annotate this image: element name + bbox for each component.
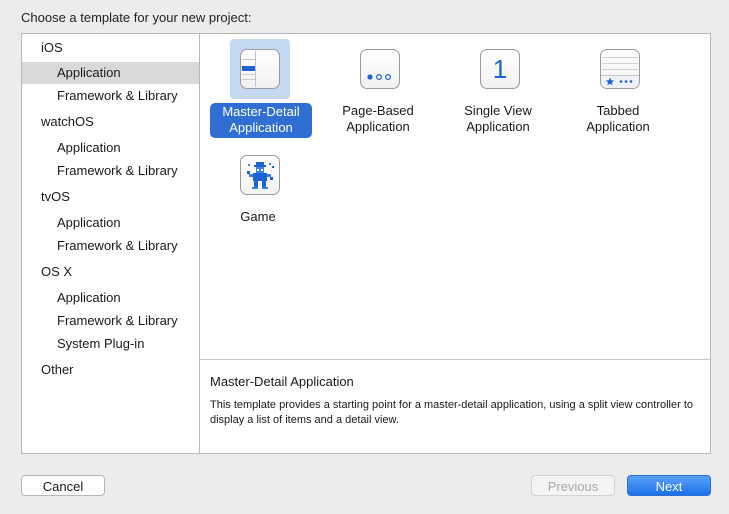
sidebar-category-watchos[interactable]: watchOS <box>22 111 199 133</box>
description-text: This template provides a starting point … <box>210 399 694 426</box>
previous-button[interactable]: Previous <box>531 475 615 496</box>
sidebar-category-other[interactable]: Other <box>22 359 199 381</box>
template-grid: Master-Detail Application Page-Based App… <box>200 34 710 359</box>
sidebar-category-ios[interactable]: iOS <box>22 37 199 59</box>
sidebar-category-osx[interactable]: OS X <box>22 261 199 283</box>
platform-sidebar: iOS Application Framework & Library watc… <box>22 34 200 453</box>
template-master-detail[interactable]: Master-Detail Application <box>202 34 314 138</box>
sidebar-item-ios-application[interactable]: Application <box>22 62 199 84</box>
description-title: Master-Detail Application <box>210 374 354 389</box>
tabbed-icon <box>600 49 640 89</box>
next-button[interactable]: Next <box>627 475 711 496</box>
template-label: Game <box>240 209 276 224</box>
cancel-button[interactable]: Cancel <box>21 475 105 496</box>
sidebar-category-tvos[interactable]: tvOS <box>22 186 199 208</box>
template-chooser-panel: iOS Application Framework & Library watc… <box>21 33 711 454</box>
game-icon <box>240 155 280 195</box>
template-single-view[interactable]: 1 Single View Application <box>442 34 554 138</box>
template-page-based[interactable]: Page-Based Application <box>322 34 434 138</box>
page-based-icon <box>360 49 400 89</box>
template-game[interactable]: Game <box>202 140 314 244</box>
template-tabbed[interactable]: Tabbed Application <box>562 34 674 138</box>
sidebar-item-watchos-application[interactable]: Application <box>22 137 199 159</box>
sidebar-item-osx-framework-library[interactable]: Framework & Library <box>22 310 199 332</box>
sidebar-item-tvos-application[interactable]: Application <box>22 212 199 234</box>
sidebar-item-tvos-framework-library[interactable]: Framework & Library <box>22 235 199 257</box>
single-view-icon: 1 <box>480 49 520 89</box>
sidebar-item-ios-framework-library[interactable]: Framework & Library <box>22 85 199 107</box>
template-label: Page-Based Application <box>342 103 414 134</box>
sidebar-item-osx-application[interactable]: Application <box>22 287 199 309</box>
template-label: Single View Application <box>464 103 532 134</box>
dialog-title: Choose a template for your new project: <box>21 10 252 25</box>
sidebar-item-osx-system-plugin[interactable]: System Plug-in <box>22 333 199 355</box>
template-label: Master-Detail Application <box>210 103 312 138</box>
sidebar-item-watchos-framework-library[interactable]: Framework & Library <box>22 160 199 182</box>
master-detail-icon <box>240 49 280 89</box>
template-label: Tabbed Application <box>586 103 650 134</box>
description-divider <box>200 359 710 360</box>
